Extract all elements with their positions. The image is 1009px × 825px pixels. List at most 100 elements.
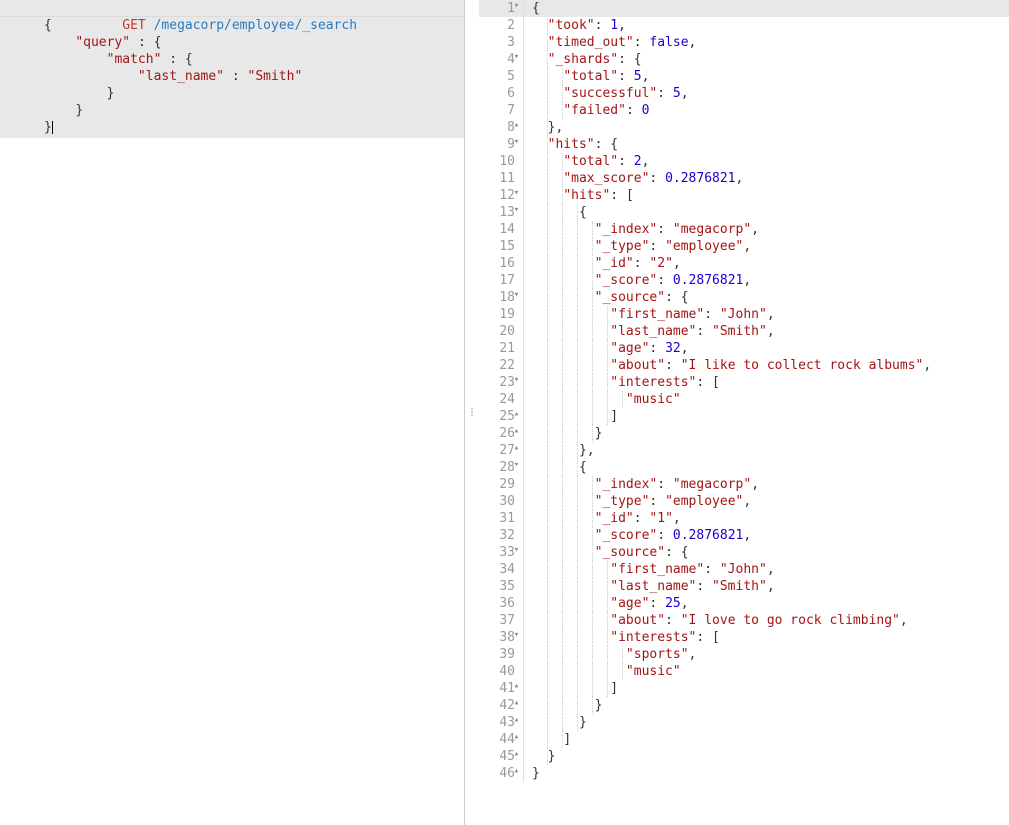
code-text[interactable]: "age": 32, bbox=[523, 340, 1009, 357]
code-text[interactable]: "_score": 0.2876821, bbox=[523, 272, 1009, 289]
code-text[interactable]: ▴ } bbox=[523, 714, 1009, 731]
code-line[interactable]: } bbox=[0, 85, 464, 102]
code-text[interactable]: ▴} bbox=[523, 765, 1009, 782]
code-text[interactable]: ▾ "hits": { bbox=[523, 136, 1009, 153]
code-line[interactable]: 5 "total": 5, bbox=[479, 68, 1009, 85]
pane-splitter[interactable]: ··· bbox=[465, 0, 479, 825]
code-text[interactable]: "music" bbox=[523, 663, 1009, 680]
code-line[interactable]: 14 "_index": "megacorp", bbox=[479, 221, 1009, 238]
code-line[interactable]: 28▾ { bbox=[479, 459, 1009, 476]
code-line[interactable]: 16 "_id": "2", bbox=[479, 255, 1009, 272]
code-text[interactable]: ▴ }, bbox=[523, 442, 1009, 459]
code-text[interactable]: "_id": "1", bbox=[523, 510, 1009, 527]
code-line[interactable]: 26▴ } bbox=[479, 425, 1009, 442]
code-line[interactable]: 2 "took": 1, bbox=[479, 17, 1009, 34]
code-text[interactable]: "max_score": 0.2876821, bbox=[523, 170, 1009, 187]
code-line[interactable]: "match" : { bbox=[0, 51, 464, 68]
code-line[interactable]: 18▾ "_source": { bbox=[479, 289, 1009, 306]
code-text[interactable]: "_type": "employee", bbox=[523, 238, 1009, 255]
code-line[interactable]: 27▴ }, bbox=[479, 442, 1009, 459]
code-line[interactable]: 11 "max_score": 0.2876821, bbox=[479, 170, 1009, 187]
fold-open-icon[interactable]: ▾ bbox=[512, 546, 521, 555]
code-text[interactable]: ▾ "_shards": { bbox=[523, 51, 1009, 68]
code-line[interactable]: 1▾{ bbox=[479, 0, 1009, 17]
code-line[interactable]: 19 "first_name": "John", bbox=[479, 306, 1009, 323]
code-line[interactable]: 43▴ } bbox=[479, 714, 1009, 731]
code-text[interactable]: ▴ ] bbox=[523, 731, 1009, 748]
response-pane[interactable]: 1▾{2 "took": 1,3 "timed_out": false,4▾ "… bbox=[479, 0, 1009, 825]
code-text[interactable]: ▾ { bbox=[523, 204, 1009, 221]
code-text[interactable]: } bbox=[40, 85, 464, 102]
code-line[interactable]: } bbox=[0, 102, 464, 119]
code-text[interactable]: "_index": "megacorp", bbox=[523, 221, 1009, 238]
fold-open-icon[interactable]: ▾ bbox=[512, 206, 521, 215]
code-line[interactable]: 36 "age": 25, bbox=[479, 595, 1009, 612]
code-text[interactable]: ▾ "interests": [ bbox=[523, 629, 1009, 646]
wrench-icon[interactable] bbox=[444, 1, 458, 15]
code-text[interactable]: "_id": "2", bbox=[523, 255, 1009, 272]
code-line[interactable]: 44▴ ] bbox=[479, 731, 1009, 748]
code-text[interactable]: "first_name": "John", bbox=[523, 306, 1009, 323]
code-text[interactable]: "took": 1, bbox=[523, 17, 1009, 34]
code-line[interactable]: 24 "music" bbox=[479, 391, 1009, 408]
fold-close-icon[interactable]: ▴ bbox=[512, 444, 521, 453]
code-line[interactable]: 6 "successful": 5, bbox=[479, 85, 1009, 102]
code-text[interactable]: ▴ } bbox=[523, 425, 1009, 442]
code-text[interactable]: ▾ "_source": { bbox=[523, 544, 1009, 561]
code-text[interactable]: ▾ "hits": [ bbox=[523, 187, 1009, 204]
fold-close-icon[interactable]: ▴ bbox=[512, 699, 521, 708]
code-text[interactable]: } bbox=[40, 119, 464, 136]
fold-close-icon[interactable]: ▴ bbox=[512, 682, 521, 691]
code-line[interactable]: 3 "timed_out": false, bbox=[479, 34, 1009, 51]
code-line[interactable]: 40 "music" bbox=[479, 663, 1009, 680]
fold-open-icon[interactable]: ▾ bbox=[512, 138, 521, 147]
fold-open-icon[interactable]: ▾ bbox=[512, 2, 521, 11]
code-text[interactable]: "age": 25, bbox=[523, 595, 1009, 612]
code-line[interactable]: 4▾ "_shards": { bbox=[479, 51, 1009, 68]
code-text[interactable]: "failed": 0 bbox=[523, 102, 1009, 119]
code-text[interactable]: ▴ } bbox=[523, 748, 1009, 765]
code-text[interactable]: ▴ ] bbox=[523, 680, 1009, 697]
code-line[interactable]: 10 "total": 2, bbox=[479, 153, 1009, 170]
code-text[interactable]: "match" : { bbox=[40, 51, 464, 68]
code-line[interactable]: 20 "last_name": "Smith", bbox=[479, 323, 1009, 340]
fold-close-icon[interactable]: ▴ bbox=[512, 410, 521, 419]
code-text[interactable]: ▾ "_source": { bbox=[523, 289, 1009, 306]
code-text[interactable]: "successful": 5, bbox=[523, 85, 1009, 102]
code-line[interactable]: 46▴} bbox=[479, 765, 1009, 782]
code-text[interactable]: ▴ }, bbox=[523, 119, 1009, 136]
code-text[interactable]: ▾ { bbox=[523, 459, 1009, 476]
code-line[interactable]: 17 "_score": 0.2876821, bbox=[479, 272, 1009, 289]
fold-open-icon[interactable]: ▾ bbox=[512, 631, 521, 640]
code-line[interactable]: 21 "age": 32, bbox=[479, 340, 1009, 357]
code-text[interactable]: "_index": "megacorp", bbox=[523, 476, 1009, 493]
code-text[interactable]: "total": 2, bbox=[523, 153, 1009, 170]
code-line[interactable]: 45▴ } bbox=[479, 748, 1009, 765]
fold-close-icon[interactable]: ▴ bbox=[512, 121, 521, 130]
fold-close-icon[interactable]: ▴ bbox=[512, 427, 521, 436]
code-line[interactable]: 33▾ "_source": { bbox=[479, 544, 1009, 561]
code-line[interactable]: 39 "sports", bbox=[479, 646, 1009, 663]
code-text[interactable]: "timed_out": false, bbox=[523, 34, 1009, 51]
request-line[interactable]: GET /megacorp/employee/_search bbox=[0, 0, 464, 17]
code-line[interactable]: } bbox=[0, 119, 464, 136]
fold-close-icon[interactable]: ▴ bbox=[512, 750, 521, 759]
code-line[interactable]: 30 "_type": "employee", bbox=[479, 493, 1009, 510]
code-text[interactable]: "total": 5, bbox=[523, 68, 1009, 85]
code-line[interactable]: 31 "_id": "1", bbox=[479, 510, 1009, 527]
fold-open-icon[interactable]: ▾ bbox=[512, 189, 521, 198]
code-line[interactable]: 7 "failed": 0 bbox=[479, 102, 1009, 119]
code-text[interactable]: "music" bbox=[523, 391, 1009, 408]
code-text[interactable]: ▴ } bbox=[523, 697, 1009, 714]
code-line[interactable]: "last_name" : "Smith" bbox=[0, 68, 464, 85]
code-text[interactable]: "last_name" : "Smith" bbox=[40, 68, 464, 85]
code-line[interactable]: 35 "last_name": "Smith", bbox=[479, 578, 1009, 595]
code-line[interactable]: 38▾ "interests": [ bbox=[479, 629, 1009, 646]
fold-close-icon[interactable]: ▴ bbox=[512, 716, 521, 725]
code-text[interactable]: "first_name": "John", bbox=[523, 561, 1009, 578]
fold-open-icon[interactable]: ▾ bbox=[512, 376, 521, 385]
code-text[interactable]: "about": "I like to collect rock albums"… bbox=[523, 357, 1009, 374]
fold-close-icon[interactable]: ▴ bbox=[512, 767, 521, 776]
code-line[interactable]: 12▾ "hits": [ bbox=[479, 187, 1009, 204]
fold-open-icon[interactable]: ▾ bbox=[512, 461, 521, 470]
